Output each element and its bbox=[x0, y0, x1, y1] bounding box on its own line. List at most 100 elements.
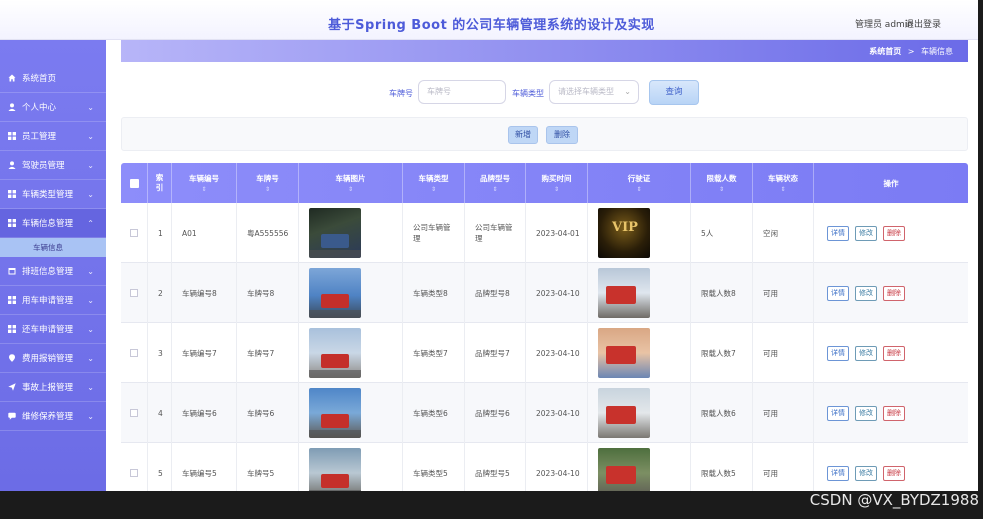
col-plate[interactable]: 车牌号 ⇕ bbox=[237, 163, 299, 203]
sidebar-item-vehicle-types[interactable]: 车辆类型管理 ⌄ bbox=[0, 180, 106, 209]
cell-select[interactable] bbox=[121, 203, 148, 263]
batch-delete-button[interactable]: 删除 bbox=[546, 126, 578, 144]
col-code[interactable]: 车辆编号 ⇕ bbox=[172, 163, 237, 203]
cell-photo bbox=[299, 383, 403, 443]
cell-type-text: 车辆类型7 bbox=[413, 348, 448, 358]
sidebar-item-maintenance[interactable]: 维修保养管理 ⌄ bbox=[0, 402, 106, 431]
view-button[interactable]: 详情 bbox=[827, 345, 849, 361]
col-seats[interactable]: 限载人数 ⇕ bbox=[691, 163, 753, 203]
add-button[interactable]: 新增 bbox=[508, 126, 538, 144]
col-license[interactable]: 行驶证 ⇕ bbox=[588, 163, 691, 203]
sidebar: 系统首页 个人中心 ⌄ 员工管理 ⌄ 驾驶员管理 ⌄ 车辆类型管理 ⌄ 车辆信息… bbox=[0, 40, 106, 491]
vehicle-photo[interactable] bbox=[309, 328, 361, 378]
chevron-down-icon: ⌄ bbox=[87, 296, 94, 305]
delete-button[interactable]: 删除 bbox=[883, 405, 905, 421]
watermark-text: CSDN @VX_BYDZ1988 bbox=[809, 491, 979, 509]
sidebar-item-staff[interactable]: 员工管理 ⌄ bbox=[0, 122, 106, 151]
cell-code: 车辆编号8 bbox=[172, 263, 237, 323]
chat-icon bbox=[8, 412, 16, 420]
edit-button[interactable]: 修改 bbox=[855, 465, 877, 481]
select-all-checkbox[interactable] bbox=[121, 163, 148, 203]
col-type[interactable]: 车辆类型 ⇕ bbox=[403, 163, 465, 203]
row-checkbox[interactable] bbox=[130, 469, 138, 477]
breadcrumb: 系统首页 > 车辆信息 bbox=[121, 40, 968, 62]
sort-icon: ⇕ bbox=[201, 186, 207, 193]
col-date[interactable]: 购买时间 ⇕ bbox=[526, 163, 588, 203]
row-checkbox[interactable] bbox=[130, 289, 138, 297]
edit-button[interactable]: 修改 bbox=[855, 225, 877, 241]
sidebar-item-home[interactable]: 系统首页 bbox=[0, 64, 106, 93]
cell-status: 可用 bbox=[753, 383, 814, 443]
table-header: 索引 车辆编号 ⇕ 车牌号 ⇕ 车辆图片 ⇕ 车辆类型 ⇕ 品牌型号 ⇕ 购买时间 ⇕ 行驶… bbox=[121, 163, 968, 203]
vehicle-photo[interactable] bbox=[309, 208, 361, 258]
cell-date: 2023-04-10 bbox=[526, 383, 588, 443]
cell-seats: 5人 bbox=[691, 203, 753, 263]
cell-select[interactable] bbox=[121, 263, 148, 323]
breadcrumb-home[interactable]: 系统首页 bbox=[869, 47, 901, 56]
cell-code: A01 bbox=[172, 203, 237, 263]
cell-index-text: 3 bbox=[158, 348, 163, 358]
view-button[interactable]: 详情 bbox=[827, 225, 849, 241]
vehicle-table: 索引 车辆编号 ⇕ 车牌号 ⇕ 车辆图片 ⇕ 车辆类型 ⇕ 品牌型号 ⇕ 购买时间 ⇕ 行驶… bbox=[121, 163, 968, 503]
vehicle-photo[interactable] bbox=[309, 268, 361, 318]
cell-brand-text: 公司车辆管理 bbox=[475, 223, 513, 243]
col-status[interactable]: 车辆状态 ⇕ bbox=[753, 163, 814, 203]
cell-seats-text: 限载人数8 bbox=[701, 288, 736, 298]
row-checkbox[interactable] bbox=[130, 409, 138, 417]
chevron-up-icon: ⌃ bbox=[87, 219, 94, 228]
sidebar-item-vehicle-info[interactable]: 车辆信息管理 ⌃ bbox=[0, 209, 106, 238]
license-photo[interactable]: VIP bbox=[598, 208, 650, 258]
cell-select[interactable] bbox=[121, 323, 148, 383]
chevron-down-icon: ⌄ bbox=[87, 103, 94, 112]
sidebar-item-accidents[interactable]: 事故上报管理 ⌄ bbox=[0, 373, 106, 402]
cell-photo bbox=[299, 203, 403, 263]
edit-button[interactable]: 修改 bbox=[855, 345, 877, 361]
delete-button[interactable]: 删除 bbox=[883, 285, 905, 301]
vehicle-photo[interactable] bbox=[309, 388, 361, 438]
sidebar-item-schedule[interactable]: 排班信息管理 ⌄ bbox=[0, 257, 106, 286]
row-checkbox[interactable] bbox=[130, 229, 138, 237]
submenu-item-vehicle-info[interactable]: 车辆信息 bbox=[0, 238, 106, 257]
cell-type-text: 公司车辆管理 bbox=[413, 223, 451, 243]
edit-button[interactable]: 修改 bbox=[855, 405, 877, 421]
query-button[interactable]: 查询 bbox=[649, 80, 699, 105]
right-edge bbox=[978, 40, 983, 491]
sidebar-item-profile[interactable]: 个人中心 ⌄ bbox=[0, 93, 106, 122]
view-button[interactable]: 详情 bbox=[827, 285, 849, 301]
chevron-down-icon: ⌄ bbox=[87, 325, 94, 334]
cell-code-text: A01 bbox=[182, 228, 197, 238]
type-select[interactable]: 请选择车辆类型 ⌄ bbox=[549, 80, 639, 104]
plate-input[interactable]: 车牌号 bbox=[418, 80, 506, 104]
delete-button[interactable]: 删除 bbox=[883, 225, 905, 241]
sidebar-item-use-requests[interactable]: 用车申请管理 ⌄ bbox=[0, 286, 106, 315]
logout-link[interactable]: 退出登录 bbox=[905, 17, 941, 30]
view-button[interactable]: 详情 bbox=[827, 405, 849, 421]
sidebar-item-return-requests[interactable]: 还车申请管理 ⌄ bbox=[0, 315, 106, 344]
cell-plate: 车牌号8 bbox=[237, 263, 299, 323]
sort-icon: ⇕ bbox=[718, 186, 725, 193]
main-content: 系统首页 > 车辆信息 车牌号 车牌号 车辆类型 请选择车辆类型 ⌄ 查询 新增… bbox=[106, 40, 978, 503]
edit-button[interactable]: 修改 bbox=[855, 285, 877, 301]
license-photo[interactable] bbox=[598, 268, 650, 318]
table-row: 3 车辆编号7 车牌号7 车辆类型7 品牌型号7 2023-04-10 限载人数7 可用 详… bbox=[121, 323, 968, 383]
license-photo[interactable] bbox=[598, 328, 650, 378]
cell-seats: 限载人数8 bbox=[691, 263, 753, 323]
cell-type-text: 车辆类型8 bbox=[413, 288, 448, 298]
cell-select[interactable] bbox=[121, 383, 148, 443]
row-checkbox[interactable] bbox=[130, 349, 138, 357]
sidebar-item-expenses[interactable]: 费用报销管理 ⌄ bbox=[0, 344, 106, 373]
cell-type-text: 车辆类型5 bbox=[413, 468, 448, 478]
sidebar-item-drivers[interactable]: 驾驶员管理 ⌄ bbox=[0, 151, 106, 180]
cell-ops: 详情 修改 删除 bbox=[814, 383, 968, 443]
cell-index-text: 5 bbox=[158, 468, 163, 478]
col-photo[interactable]: 车辆图片 ⇕ bbox=[299, 163, 403, 203]
chevron-down-icon: ⌄ bbox=[87, 267, 94, 276]
cell-brand: 品牌型号8 bbox=[465, 263, 526, 323]
delete-button[interactable]: 删除 bbox=[883, 345, 905, 361]
chevron-down-icon: ⌄ bbox=[87, 132, 94, 141]
cell-seats-text: 限载人数6 bbox=[701, 408, 736, 418]
col-brand[interactable]: 品牌型号 ⇕ bbox=[465, 163, 526, 203]
license-photo[interactable] bbox=[598, 388, 650, 438]
delete-button[interactable]: 删除 bbox=[883, 465, 905, 481]
view-button[interactable]: 详情 bbox=[827, 465, 849, 481]
